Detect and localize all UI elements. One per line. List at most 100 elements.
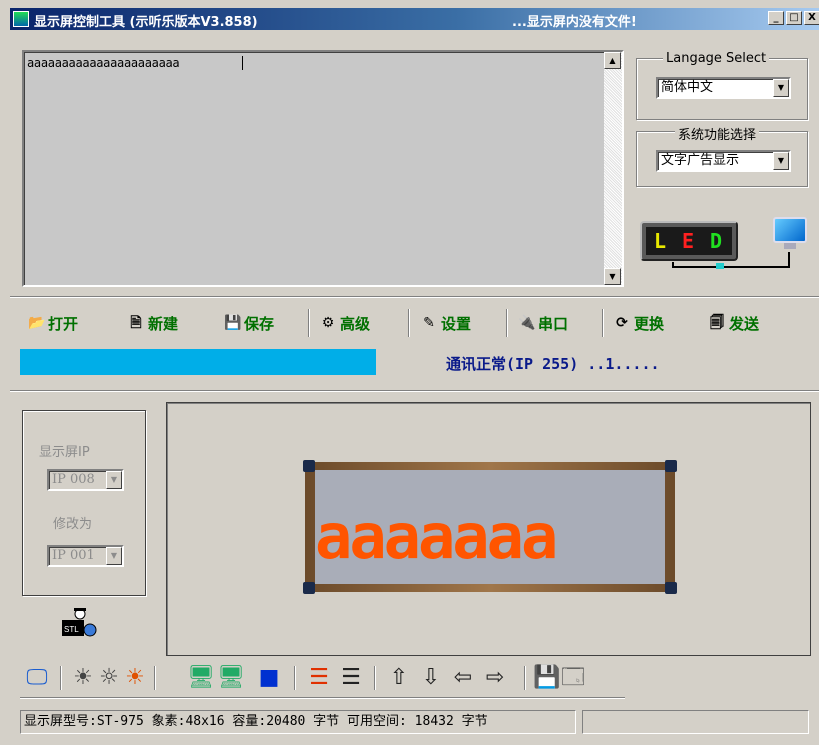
stl-icon[interactable]: STL <box>60 608 100 638</box>
settings-label: 设置 <box>441 314 472 333</box>
vertical-scrollbar[interactable]: ▲ ▼ <box>604 52 622 285</box>
function-select[interactable]: 文字广告显示 ▼ <box>656 150 791 172</box>
toolbar-separator <box>308 309 310 337</box>
chevron-down-icon[interactable]: ▼ <box>773 152 789 170</box>
save-label: 保存 <box>244 314 275 333</box>
editor-text: aaaaaaaaaaaaaaaaaaaaaa <box>27 56 180 70</box>
toolbar-separator <box>60 666 62 690</box>
language-value: 简体中文 <box>661 80 714 95</box>
arrow-left-icon[interactable]: ⇦ <box>450 664 476 692</box>
align-lines-icon[interactable]: ☰ <box>338 664 364 692</box>
led-preview-text: aaaaaaa <box>315 506 558 568</box>
minimize-button[interactable]: _ <box>768 11 784 25</box>
frame-corner <box>303 460 315 472</box>
text-editor[interactable]: aaaaaaaaaaaaaaaaaaaaaa ▲ ▼ <box>22 50 624 287</box>
send-label: 发送 <box>729 314 760 333</box>
led-letter: D <box>710 229 723 253</box>
save-button[interactable]: 💾 保存 <box>224 309 274 337</box>
function-group: 系统功能选择 文字广告显示 ▼ <box>636 124 808 187</box>
led-letter: L <box>654 229 667 253</box>
chevron-down-icon[interactable]: ▼ <box>106 547 122 565</box>
advanced-icon: ⚙ <box>321 315 335 331</box>
title-status: ...显示屏内没有文件! <box>512 15 637 30</box>
cable-line <box>788 252 790 268</box>
display-ip-value: IP 008 <box>52 472 95 487</box>
progress-bar <box>20 349 376 375</box>
display-ip-label: 显示屏IP <box>39 445 90 460</box>
align-lines-red-icon[interactable]: ☰ <box>306 664 332 692</box>
change-to-label: 修改为 <box>53 517 93 532</box>
arrow-down-icon[interactable]: ⇩ <box>418 664 444 692</box>
toolbar-separator <box>374 666 376 690</box>
comm-status: 通讯正常(IP 255) ..1..... <box>446 355 660 373</box>
new-label: 新建 <box>148 314 179 333</box>
toolbar-separator <box>408 309 410 337</box>
serial-port-label: 串口 <box>538 314 569 333</box>
advanced-label: 高级 <box>340 314 371 333</box>
serial-port-button[interactable]: 🔌 串口 <box>518 309 568 337</box>
cable-line <box>672 266 790 268</box>
pencil-icon: ✎ <box>423 315 435 331</box>
new-ip-value: IP 001 <box>52 548 95 563</box>
switch-button[interactable]: ⟳ 更换 <box>614 309 664 337</box>
send-icon: 🗐 <box>710 315 724 331</box>
frame-corner <box>303 582 315 594</box>
led-letter: E <box>682 229 695 253</box>
toolbar-separator <box>294 666 296 690</box>
open-label: 打开 <box>48 314 79 333</box>
frame-corner <box>665 582 677 594</box>
close-button[interactable]: X <box>804 11 819 25</box>
text-caret <box>242 56 243 70</box>
led-preview-frame: aaaaaaa <box>303 460 677 594</box>
switch-icon: ⟳ <box>616 315 628 331</box>
divider <box>20 697 625 699</box>
bulb-off-icon[interactable]: ☀ <box>70 664 96 692</box>
display-ip-select[interactable]: IP 008 ▼ <box>47 469 124 491</box>
status-bar: 显示屏型号:ST-975 象素:48x16 容量:20480 字节 可用空间: … <box>20 710 809 734</box>
send-button[interactable]: 🗐 发送 <box>709 309 759 337</box>
computer-icon[interactable]: 🖥 <box>187 664 215 692</box>
settings-button[interactable]: ✎ 设置 <box>421 309 471 337</box>
folder-open-icon: 📂 <box>28 315 46 331</box>
computer-sync-icon[interactable]: 🖥 <box>217 664 245 692</box>
arrow-right-icon[interactable]: ⇨ <box>482 664 508 692</box>
cable-connector <box>716 263 724 269</box>
led-preview-screen: aaaaaaa <box>315 470 665 584</box>
blue-square-icon[interactable]: ■ <box>256 664 282 692</box>
device-info: 显示屏型号:ST-975 象素:48x16 容量:20480 字节 可用空间: … <box>20 710 576 734</box>
bulb-on-icon[interactable]: ☀ <box>122 664 148 692</box>
toolbar-separator <box>602 309 604 337</box>
function-legend: 系统功能选择 <box>675 124 760 143</box>
new-button[interactable]: 🗎 新建 <box>128 309 178 337</box>
monitor-icon <box>770 217 810 251</box>
scroll-up-button[interactable]: ▲ <box>604 52 621 69</box>
bulb-dim-icon[interactable]: ☼ <box>96 664 122 692</box>
screen-color-icon[interactable]: 🖵 <box>24 664 50 692</box>
scroll-down-button[interactable]: ▼ <box>604 268 621 285</box>
new-ip-select[interactable]: IP 001 ▼ <box>47 545 124 567</box>
main-toolbar: 📂 打开 🗎 新建 💾 保存 ⚙ 高级 ✎ 设置 🔌 串口 ⟳ 更换 🗐 发送 <box>28 309 808 339</box>
bmp-file-icon[interactable]: 🗔 <box>560 664 586 692</box>
led-letters: LED <box>646 227 732 255</box>
ip-panel: 显示屏IP IP 008 ▼ 修改为 IP 001 ▼ <box>22 410 146 596</box>
chevron-down-icon[interactable]: ▼ <box>773 79 789 97</box>
divider <box>10 390 819 392</box>
svg-text:STL: STL <box>64 625 79 634</box>
language-select[interactable]: 简体中文 ▼ <box>656 77 791 99</box>
arrow-up-icon[interactable]: ⇧ <box>386 664 412 692</box>
window-title: 显示屏控制工具 (示听乐版本V3.858) <box>34 15 258 30</box>
switch-label: 更换 <box>634 314 665 333</box>
advanced-button[interactable]: ⚙ 高级 <box>320 309 370 337</box>
toolbar-separator <box>524 666 526 690</box>
bottom-toolbar: 🖵 ☀ ☼ ☀ 🖥 🖥 ■ ☰ ☰ ⇧ ⇩ ⇦ ⇨ 💾 🗔 <box>24 664 624 694</box>
maximize-button[interactable]: □ <box>786 11 802 25</box>
save-bmp-icon[interactable]: 💾 <box>533 664 560 692</box>
toolbar-separator <box>154 666 156 690</box>
plug-icon: 🔌 <box>518 315 536 331</box>
toolbar-separator <box>506 309 508 337</box>
title-bar: 显示屏控制工具 (示听乐版本V3.858) ...显示屏内没有文件! _ □ X <box>10 8 819 30</box>
led-logo: LED <box>640 221 738 261</box>
open-button[interactable]: 📂 打开 <box>28 309 78 337</box>
chevron-down-icon[interactable]: ▼ <box>106 471 122 489</box>
divider <box>10 296 819 298</box>
